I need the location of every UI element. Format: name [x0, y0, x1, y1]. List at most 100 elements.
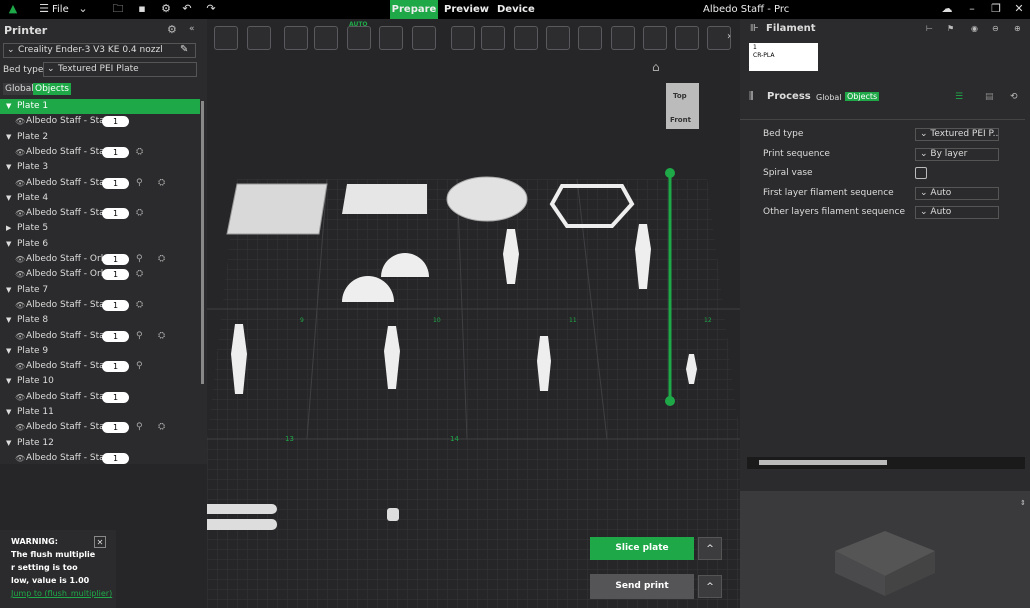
expand-arrow-icon[interactable]: ▼ — [6, 130, 11, 145]
support-icon[interactable]: ⚲ — [136, 359, 143, 374]
rotate-tool-button[interactable] — [481, 26, 505, 50]
object-row[interactable]: 👁 Albedo Staff - Sta 1 — [0, 114, 200, 129]
plate-row[interactable]: ▼ Plate 9 — [0, 344, 200, 359]
expand-arrow-icon[interactable]: ▼ — [6, 313, 11, 328]
model-plate-3[interactable] — [446, 176, 528, 222]
quantity-pill[interactable]: 1 — [102, 299, 129, 311]
layer-slider-bottom-handle[interactable] — [665, 396, 675, 406]
tab-preview[interactable]: Preview — [444, 0, 489, 19]
compare-icon[interactable]: ▤ — [985, 92, 994, 102]
object-row[interactable]: 👁 Albedo Staff - Sta 1 ⛭ — [0, 206, 200, 221]
gear-icon[interactable]: ⚙ — [167, 23, 177, 36]
paint-icon[interactable]: ⛭ — [158, 176, 165, 191]
paint-icon[interactable]: ⛭ — [136, 267, 143, 282]
filament-slot[interactable]: 1 CR-PLA — [749, 43, 818, 71]
plate-row[interactable]: ▼ Plate 4 — [0, 191, 200, 206]
process-setting-select[interactable]: ⌄ Auto — [915, 186, 999, 200]
save-icon[interactable]: ▪ — [135, 2, 149, 16]
add-object-button[interactable] — [214, 26, 238, 50]
eye-icon[interactable]: 👁 — [15, 298, 25, 313]
bed-type-select[interactable]: ⌄ Textured PEI Plate — [43, 62, 197, 77]
quantity-pill[interactable]: 1 — [102, 391, 129, 403]
split-button[interactable] — [379, 26, 403, 50]
expand-arrow-icon[interactable]: ▼ — [6, 160, 11, 175]
filament-tool-icon[interactable]: ⊢ — [926, 24, 933, 33]
spiral-vase-checkbox[interactable] — [915, 167, 927, 179]
eye-icon[interactable]: 👁 — [15, 420, 25, 435]
model-cylinder[interactable] — [387, 508, 399, 521]
object-row[interactable]: 👁 Albedo Staff - Orb 1 ⛭ — [0, 267, 200, 282]
quantity-pill[interactable]: 1 — [102, 422, 129, 434]
eye-icon[interactable]: 👁 — [15, 390, 25, 405]
plate-row[interactable]: ▼ Plate 11 — [0, 405, 200, 420]
scrollbar-thumb[interactable] — [759, 460, 887, 465]
support-icon[interactable]: ⚲ — [136, 420, 143, 435]
plate-row[interactable]: ▶ Plate 5 — [0, 221, 200, 236]
expand-arrow-icon[interactable]: ▶ — [6, 221, 11, 236]
expand-icon[interactable]: ⇕ — [1020, 499, 1026, 507]
collapse-icon[interactable]: « — [189, 24, 195, 34]
layers-button[interactable] — [412, 26, 436, 50]
object-row[interactable]: 👁 Albedo Staff - Sta 1 ⚲ ⛭ — [0, 420, 200, 435]
paint-icon[interactable]: ⛭ — [136, 298, 143, 313]
cut-tool-button[interactable] — [578, 26, 602, 50]
eye-icon[interactable]: 👁 — [15, 206, 25, 221]
paint-icon[interactable]: ⛭ — [136, 206, 143, 221]
model-rod-2[interactable] — [207, 519, 277, 530]
eye-icon[interactable]: 👁 — [15, 114, 25, 129]
reset-icon[interactable]: ⟲ — [1010, 92, 1018, 102]
paint-icon[interactable]: ⛭ — [158, 252, 165, 267]
redo-icon[interactable]: ↷ — [204, 2, 218, 16]
object-row[interactable]: 👁 Albedo Staff - Sta 1 ⛭ — [0, 145, 200, 160]
object-row[interactable]: 👁 Albedo Staff - Orb 1 ⚲ ⛭ — [0, 252, 200, 267]
quantity-pill[interactable]: 1 — [102, 269, 129, 281]
expand-arrow-icon[interactable]: ▼ — [6, 191, 11, 206]
send-options-button[interactable]: ^ — [698, 575, 722, 598]
model-plate-2[interactable] — [342, 184, 427, 214]
quantity-pill[interactable]: 1 — [102, 361, 129, 373]
expand-arrow-icon[interactable]: ▼ — [6, 283, 11, 298]
add-icon[interactable]: ⊕ — [1014, 24, 1021, 33]
scrollbar[interactable] — [201, 101, 204, 384]
expand-arrow-icon[interactable]: ▼ — [6, 237, 11, 252]
plate-row[interactable]: ▼ Plate 7 — [0, 283, 200, 298]
undo-icon[interactable]: ↶ — [180, 2, 194, 16]
close-icon[interactable]: ✕ — [1012, 2, 1026, 16]
process-setting-select[interactable]: ⌄ Textured PEI P... — [915, 128, 999, 141]
orient-button[interactable] — [284, 26, 308, 50]
eye-icon[interactable]: 👁 — [15, 451, 25, 464]
eye-icon[interactable]: 👁 — [15, 359, 25, 374]
file-menu[interactable]: File — [52, 0, 69, 19]
object-row[interactable]: 👁 Albedo Staff - Sta 1 — [0, 451, 200, 464]
3d-viewport[interactable]: 13 14 9 10 11 12 ⌂ Top Front — [207, 19, 740, 608]
process-tab-global[interactable]: Global — [816, 93, 842, 102]
cloud-upload-icon[interactable]: ☁ — [940, 2, 954, 16]
close-icon[interactable]: ✕ — [94, 536, 106, 548]
process-tab-objects[interactable]: Objects — [845, 92, 880, 101]
settings-icon[interactable]: ◉ — [971, 24, 978, 33]
object-row[interactable]: 👁 Albedo Staff - Sta 1 — [0, 390, 200, 405]
arrange-button[interactable] — [314, 26, 338, 50]
remove-icon[interactable]: ⊖ — [992, 24, 999, 33]
quantity-pill[interactable]: 1 — [102, 254, 129, 265]
printer-select[interactable]: ⌄ Creality Ender-3 V3 KE 0.4 nozzl ✎ — [3, 43, 196, 58]
tab-prepare[interactable]: Prepare — [390, 0, 438, 19]
edit-icon[interactable]: ✎ — [180, 44, 188, 55]
support-paint-button[interactable] — [643, 26, 667, 50]
object-row[interactable]: 👁 Albedo Staff - Sta 1 ⚲ — [0, 359, 200, 374]
add-plate-button[interactable] — [247, 26, 271, 50]
minimize-icon[interactable]: – — [965, 2, 979, 16]
layer-slider-top-handle[interactable] — [665, 168, 675, 178]
process-setting-select[interactable]: ⌄ Auto — [915, 206, 999, 219]
view-cube-top[interactable]: Top — [673, 92, 687, 100]
plate-row[interactable]: ▼ Plate 10 — [0, 374, 200, 389]
auto-orient-button[interactable]: AUTO — [347, 21, 371, 50]
plate-row[interactable]: ▼ Plate 3 — [0, 160, 200, 175]
tab-global[interactable]: Global — [3, 83, 36, 95]
expand-arrow-icon[interactable]: ▼ — [6, 436, 11, 451]
seam-paint-button[interactable] — [675, 26, 699, 50]
quantity-pill[interactable]: 1 — [102, 452, 129, 464]
move-tool-button[interactable] — [451, 26, 475, 50]
support-icon[interactable]: ⚲ — [136, 329, 143, 344]
plate-row[interactable]: ▼ Plate 6 — [0, 237, 200, 252]
